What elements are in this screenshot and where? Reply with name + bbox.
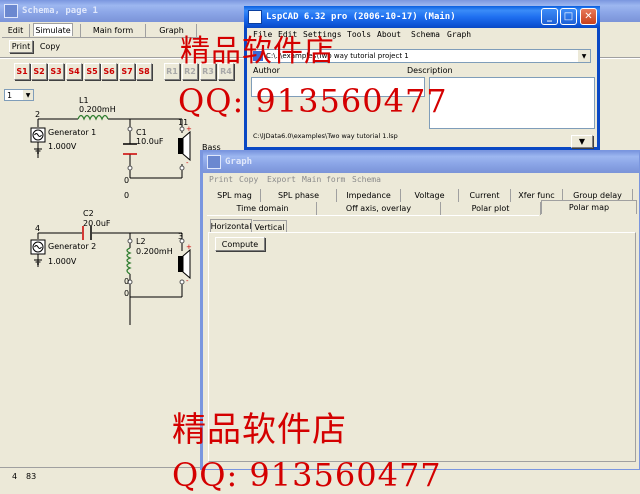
gen2-value: 1.000V xyxy=(48,257,77,266)
watermark-qq-1: QQ: 913560477 xyxy=(178,82,448,120)
expand-button[interactable]: ▼ xyxy=(571,135,593,148)
graph-menu-main-form[interactable]: Main form xyxy=(302,175,345,184)
page-select-value: 1 xyxy=(7,91,13,100)
node-label: 0 xyxy=(124,277,130,286)
project-path: C:\lJData6.0\examples\Two way tutorial 1… xyxy=(253,132,398,140)
graph-titlebar[interactable]: Graph xyxy=(203,151,639,173)
status-y: 83 xyxy=(26,472,37,481)
sim-button-s5[interactable]: S5 xyxy=(84,63,100,80)
generator-2[interactable] xyxy=(30,239,46,265)
speaker-1[interactable]: + - xyxy=(178,125,192,167)
c1-value: 10.0uF xyxy=(136,137,164,146)
capacitor-c1[interactable] xyxy=(123,143,137,155)
tab-horizontal[interactable]: Horizontal xyxy=(210,219,252,232)
node-label: 0 xyxy=(124,289,130,298)
node-label: 2 xyxy=(35,110,41,119)
main-title: LspCAD 6.32 pro (2006-10-17) (Main) xyxy=(266,12,456,22)
sim-button-s4[interactable]: S4 xyxy=(66,63,82,80)
chevron-down-icon: ▼ xyxy=(23,90,33,100)
node-label: 0 xyxy=(124,176,130,185)
menu-tools[interactable]: Tools xyxy=(347,30,371,39)
description-header: Description xyxy=(407,66,453,75)
app-icon xyxy=(207,155,221,169)
node-label: 4 xyxy=(35,224,41,233)
l2-name: L2 xyxy=(136,237,146,246)
maximize-button[interactable]: □ xyxy=(560,8,577,25)
tab-polar-map[interactable]: Polar map xyxy=(541,200,637,214)
app-icon xyxy=(248,10,262,24)
app-icon xyxy=(4,4,18,18)
graph-menubar: Print Copy Export Main form Schema xyxy=(207,175,627,187)
tab-simulate[interactable]: Simulate xyxy=(33,23,73,36)
graph-menu-export[interactable]: Export xyxy=(267,175,296,184)
sim-button-s1[interactable]: S1 xyxy=(14,63,30,80)
sim-button-s2[interactable]: S2 xyxy=(31,63,47,80)
c1-name: C1 xyxy=(136,128,147,137)
main-titlebar[interactable]: LspCAD 6.32 pro (2006-10-17) (Main) _ □ … xyxy=(244,6,600,28)
chevron-down-icon: ▼ xyxy=(578,137,586,146)
capacitor-c2[interactable] xyxy=(82,226,92,240)
l1-name: L1 xyxy=(79,96,89,105)
svg-text:+: + xyxy=(186,243,192,251)
tab-time-domain[interactable]: Time domain xyxy=(209,202,317,215)
gen1-name: Generator 1 xyxy=(48,128,97,137)
node-label: 3 xyxy=(178,232,184,241)
inductor-l1[interactable] xyxy=(77,114,109,121)
menu-schema[interactable]: Schema xyxy=(411,30,440,39)
sim-button-s7[interactable]: S7 xyxy=(119,63,135,80)
graph-menu-schema[interactable]: Schema xyxy=(352,175,381,184)
sim-button-s8[interactable]: S8 xyxy=(136,63,152,80)
tab-underline xyxy=(2,37,200,38)
speaker-2[interactable]: + - xyxy=(178,243,192,285)
watermark-qq-2: QQ: 913560477 xyxy=(172,456,442,494)
svg-text:-: - xyxy=(186,277,189,285)
gen1-value: 1.000V xyxy=(48,142,77,151)
description-field[interactable] xyxy=(429,77,595,129)
watermark-text-1: 精品软件店 xyxy=(180,34,335,69)
watermark-text-2: 精品软件店 xyxy=(172,410,347,450)
close-button[interactable]: ✕ xyxy=(580,8,597,25)
menu-graph[interactable]: Graph xyxy=(447,30,471,39)
generator-1[interactable] xyxy=(30,127,46,154)
graph-menu-copy[interactable]: Copy xyxy=(239,175,258,184)
tab-edit[interactable]: Edit xyxy=(2,24,30,37)
status-x: 4 xyxy=(12,472,18,481)
node-dots xyxy=(127,126,185,285)
tab-spl-mag[interactable]: SPL mag xyxy=(209,189,261,202)
minimize-button[interactable]: _ xyxy=(541,8,558,25)
svg-text:-: - xyxy=(186,159,189,167)
tab-spl-phase[interactable]: SPL phase xyxy=(261,189,337,202)
schema-title: Schema, page 1 xyxy=(22,6,98,16)
sim-button-s6[interactable]: S6 xyxy=(101,63,117,80)
tab-row-underline xyxy=(207,215,539,216)
graph-menu-print[interactable]: Print xyxy=(209,175,233,184)
tab-impedance[interactable]: Impedance xyxy=(337,189,401,202)
inductor-l2[interactable] xyxy=(126,247,132,275)
tab-off-axis-overlay[interactable]: Off axis, overlay xyxy=(317,202,441,215)
menu-about[interactable]: About xyxy=(377,30,401,39)
c2-name: C2 xyxy=(83,209,94,218)
copy-button[interactable]: Copy xyxy=(36,40,64,53)
sim-button-s3[interactable]: S3 xyxy=(48,63,64,80)
node-label: 0 xyxy=(124,191,130,200)
gen2-name: Generator 2 xyxy=(48,242,97,251)
tab-polar-plot[interactable]: Polar plot xyxy=(441,202,541,215)
chevron-down-icon[interactable]: ▼ xyxy=(578,50,590,62)
page-select[interactable]: 1 ▼ xyxy=(4,89,34,101)
print-button[interactable]: Print xyxy=(9,40,33,53)
tab-main-form[interactable]: Main form xyxy=(80,24,146,37)
l2-value: 0.200mH xyxy=(136,247,173,256)
tab-voltage[interactable]: Voltage xyxy=(401,189,459,202)
tab-current[interactable]: Current xyxy=(459,189,511,202)
l1-value: 0.200mH xyxy=(79,105,116,114)
compute-button[interactable]: Compute xyxy=(215,237,265,251)
graph-title: Graph xyxy=(225,157,253,167)
c2-value: 20.0uF xyxy=(83,219,111,228)
sim-button-r1[interactable]: R1 xyxy=(164,63,180,80)
